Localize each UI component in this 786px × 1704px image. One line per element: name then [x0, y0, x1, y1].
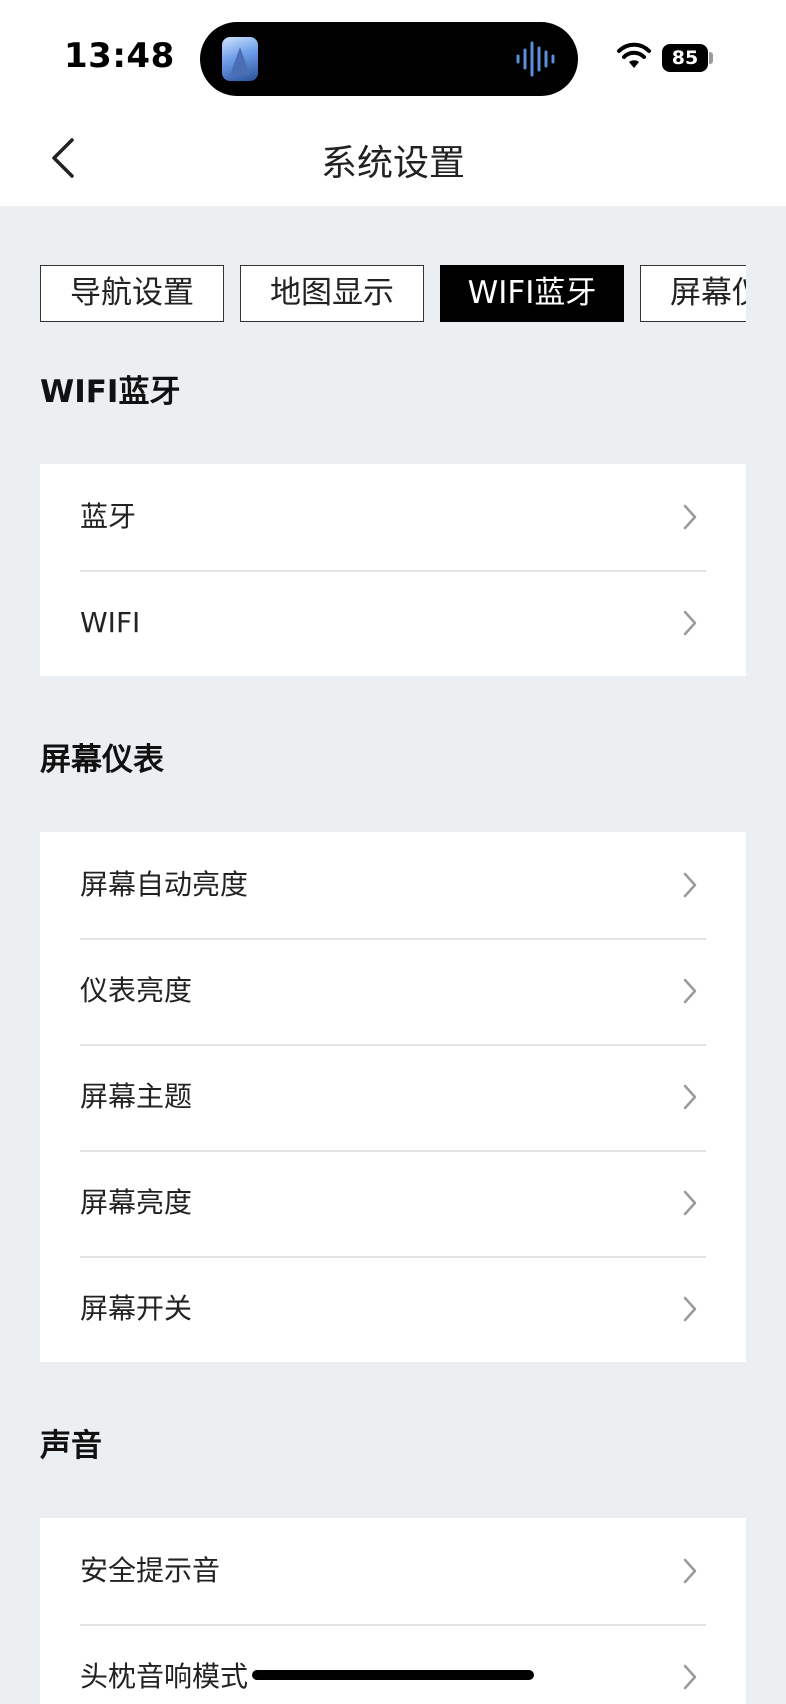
chevron-right-icon	[683, 872, 697, 898]
list-item-auto-brightness[interactable]: 屏幕自动亮度	[40, 832, 746, 938]
list-item-label: 屏幕开关	[80, 1292, 193, 1325]
list-item-label: 头枕音响模式	[80, 1660, 249, 1693]
list-item-instrument-brightness[interactable]: 仪表亮度	[40, 938, 746, 1044]
chevron-right-icon	[683, 1558, 697, 1584]
screen-instrument-card: 屏幕自动亮度 仪表亮度 屏幕主题 屏幕亮度 屏幕开关	[40, 832, 746, 1362]
list-item-screen-theme[interactable]: 屏幕主题	[40, 1044, 746, 1150]
chevron-right-icon	[683, 1664, 697, 1690]
chevron-right-icon	[683, 978, 697, 1004]
nav-bar: 系统设置	[0, 108, 786, 206]
list-item-label: 屏幕自动亮度	[80, 868, 249, 901]
chevron-right-icon	[683, 1190, 697, 1216]
wifi-bluetooth-card: 蓝牙 WIFI	[40, 464, 746, 676]
battery-icon: 85	[662, 44, 708, 72]
tab-map-display[interactable]: 地图显示	[240, 265, 424, 322]
list-item-wifi[interactable]: WIFI	[40, 570, 746, 676]
status-bar: 13:48 85	[0, 0, 786, 108]
page-title: 系统设置	[320, 143, 465, 184]
chevron-right-icon	[683, 610, 697, 636]
list-item-label: 仪表亮度	[80, 974, 193, 1007]
app-thumbnail-icon	[222, 37, 258, 81]
section-title-screen-instrument: 屏幕仪表	[40, 742, 164, 778]
tab-wifi-bluetooth[interactable]: WIFI蓝牙	[440, 265, 624, 322]
list-item-screen-brightness[interactable]: 屏幕亮度	[40, 1150, 746, 1256]
home-indicator[interactable]	[252, 1670, 534, 1680]
chevron-right-icon	[683, 1084, 697, 1110]
list-item-label: 屏幕亮度	[80, 1186, 193, 1219]
list-item-label: 屏幕主题	[80, 1080, 193, 1113]
section-title-wifi-bluetooth: WIFI蓝牙	[40, 374, 181, 410]
list-item-label: 安全提示音	[80, 1554, 221, 1587]
list-item-label: WIFI	[80, 606, 141, 639]
status-time: 13:48	[64, 36, 175, 76]
list-item-headrest-speaker-mode[interactable]: 头枕音响模式	[40, 1624, 746, 1704]
battery-tip	[709, 52, 713, 64]
dynamic-island[interactable]	[200, 22, 578, 96]
screen: 13:48 85 系统设置 导航设置 地图显示 WIFI蓝牙 屏幕 WIFI蓝牙…	[0, 0, 786, 1704]
tab-screen-instrument[interactable]: 屏幕仪表	[640, 265, 746, 322]
list-item-bluetooth[interactable]: 蓝牙	[40, 464, 746, 570]
list-item-screen-switch[interactable]: 屏幕开关	[40, 1256, 746, 1362]
list-item-safety-tone[interactable]: 安全提示音	[40, 1518, 746, 1624]
wifi-icon	[617, 42, 651, 68]
voice-wave-icon	[516, 41, 555, 77]
chevron-right-icon	[683, 1296, 697, 1322]
category-tabs[interactable]: 导航设置 地图显示 WIFI蓝牙 屏幕仪表	[40, 265, 746, 323]
list-item-label: 蓝牙	[80, 500, 137, 533]
chevron-right-icon	[683, 504, 697, 530]
tab-navigation-settings[interactable]: 导航设置	[40, 265, 224, 322]
section-title-sound: 声音	[40, 1428, 102, 1464]
